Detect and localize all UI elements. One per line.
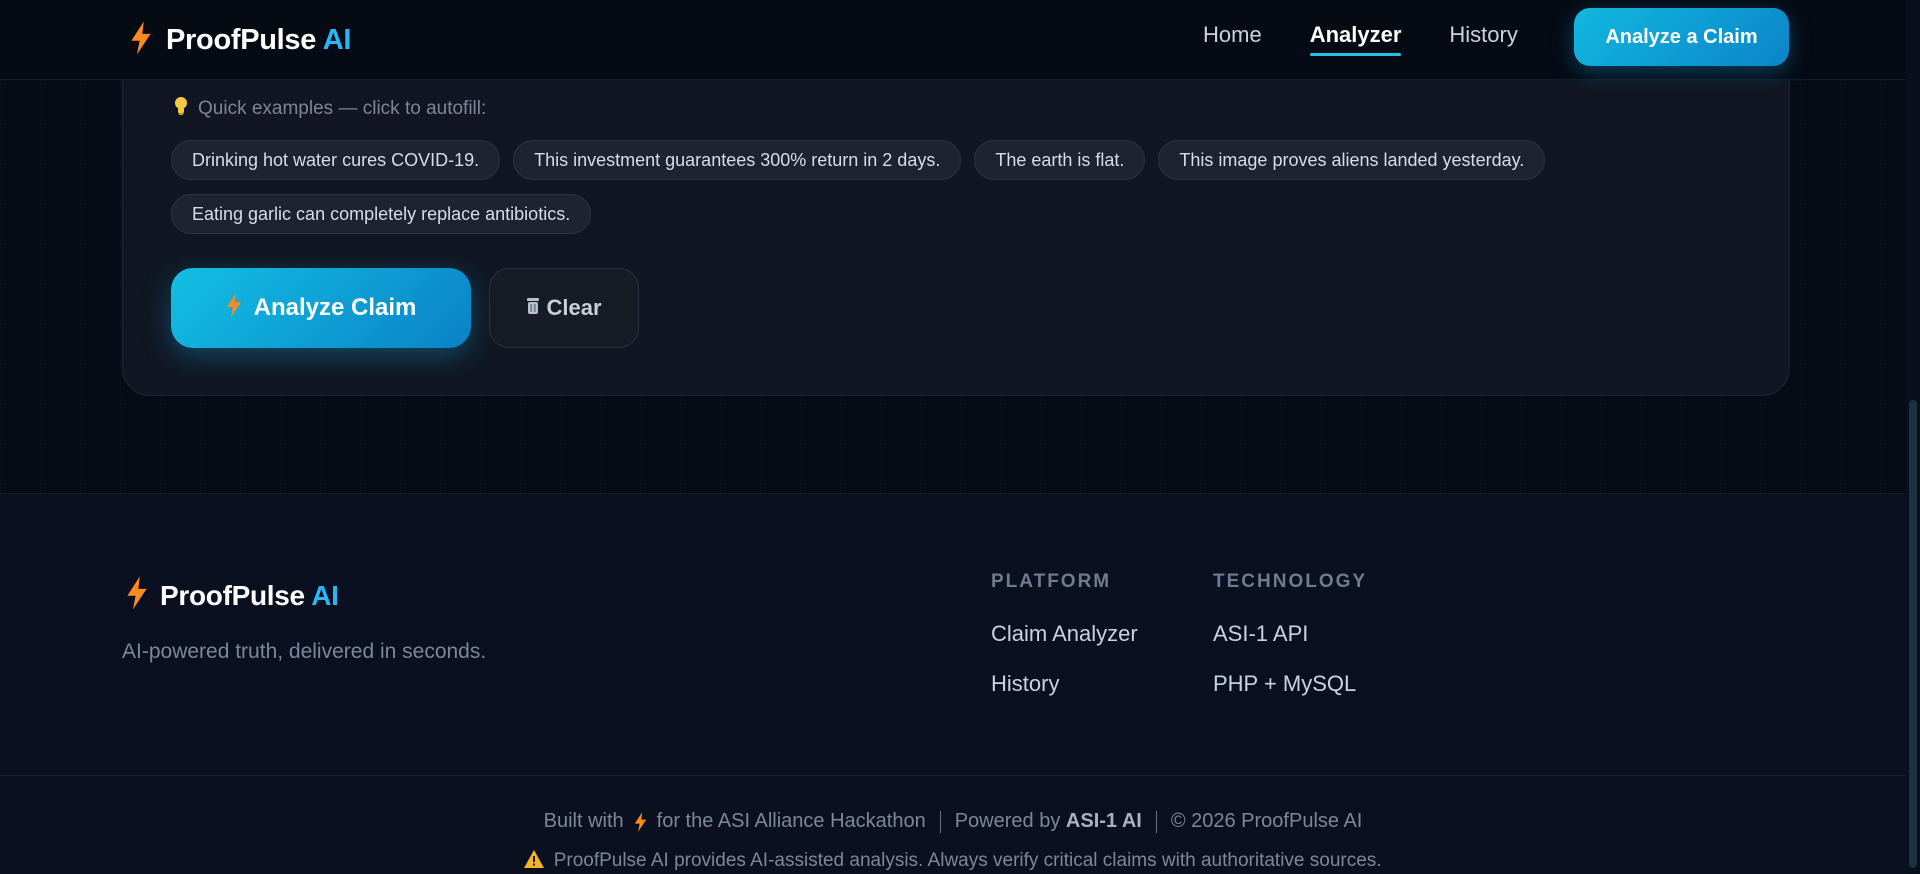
footer-link-php-mysql[interactable]: PHP + MySQL (1213, 671, 1367, 697)
separator (1155, 810, 1157, 833)
scrollbar[interactable] (1906, 0, 1920, 874)
action-buttons: Analyze Claim Clear (171, 268, 639, 348)
nav-home[interactable]: Home (1203, 22, 1262, 54)
hackathon-text: for the ASI Alliance Hackathon (656, 810, 926, 832)
analyze-claim-button[interactable]: Analyze Claim (171, 268, 471, 348)
analyze-claim-label: Analyze Claim (253, 294, 417, 321)
example-chip[interactable]: Eating garlic can completely replace ant… (171, 194, 592, 234)
quick-examples-label: Quick examples — click to autofill: (172, 96, 486, 122)
footer-link-claim-analyzer[interactable]: Claim Analyzer (991, 621, 1138, 647)
platform-heading: PLATFORM (991, 571, 1112, 592)
example-chip[interactable]: The earth is flat. (974, 140, 1146, 180)
warning-icon (524, 850, 545, 874)
footer-disclaimer: ProofPulse AI provides AI-assisted analy… (0, 850, 1906, 874)
separator (939, 810, 941, 833)
footer-brand-name: ProofPulse AI (160, 579, 339, 611)
example-chip[interactable]: This image proves aliens landed yesterda… (1158, 140, 1546, 180)
footer: ProofPulse AI AI-powered truth, delivere… (0, 493, 1906, 874)
nav-analyzer[interactable]: Analyzer (1309, 22, 1401, 56)
bolt-icon (126, 576, 148, 615)
brand-logo[interactable]: ProofPulse AI (130, 20, 351, 60)
footer-link-history[interactable]: History (991, 671, 1138, 697)
clear-label: Clear (546, 295, 602, 320)
footer-tagline: AI-powered truth, delivered in seconds. (122, 640, 487, 663)
powered-by-name: ASI-1 AI (1065, 810, 1142, 832)
nav-history[interactable]: History (1449, 22, 1517, 54)
example-chip[interactable]: Drinking hot water cures COVID-19. (171, 140, 501, 180)
footer-credits: Built with for the ASI Alliance Hackatho… (0, 810, 1906, 833)
bolt-icon (130, 21, 152, 60)
built-with-text: Built with (543, 810, 624, 832)
clear-button[interactable]: Clear (489, 268, 639, 348)
lightbulb-icon (172, 96, 190, 122)
bolt-icon (634, 811, 647, 832)
disclaimer-text: ProofPulse AI provides AI-assisted analy… (553, 850, 1382, 871)
footer-platform-column: PLATFORM Claim Analyzer History (991, 571, 1138, 721)
bolt-icon (226, 292, 242, 324)
quick-examples-text: Quick examples — click to autofill: (198, 98, 487, 119)
footer-link-asi-api[interactable]: ASI-1 API (1213, 621, 1367, 647)
powered-by-text: Powered by ASI-1 AI (954, 810, 1142, 832)
trash-icon (526, 295, 540, 321)
footer-brand[interactable]: ProofPulse AI (126, 576, 339, 615)
example-chips: Drinking hot water cures COVID-19. This … (171, 140, 1641, 234)
example-chip[interactable]: This investment guarantees 300% return i… (513, 140, 962, 180)
brand-name: ProofPulse AI (166, 23, 352, 56)
copyright-text: © 2026 ProofPulse AI (1170, 810, 1363, 832)
navbar: ProofPulse AI Home Analyzer History Anal… (0, 0, 1906, 80)
footer-technology-column: TECHNOLOGY ASI-1 API PHP + MySQL (1213, 571, 1367, 721)
nav-links: Home Analyzer History (1203, 22, 1518, 56)
technology-heading: TECHNOLOGY (1213, 571, 1368, 592)
footer-divider (0, 775, 1906, 776)
scrollbar-thumb[interactable] (1909, 400, 1917, 868)
analyze-a-claim-button[interactable]: Analyze a Claim (1574, 8, 1789, 66)
